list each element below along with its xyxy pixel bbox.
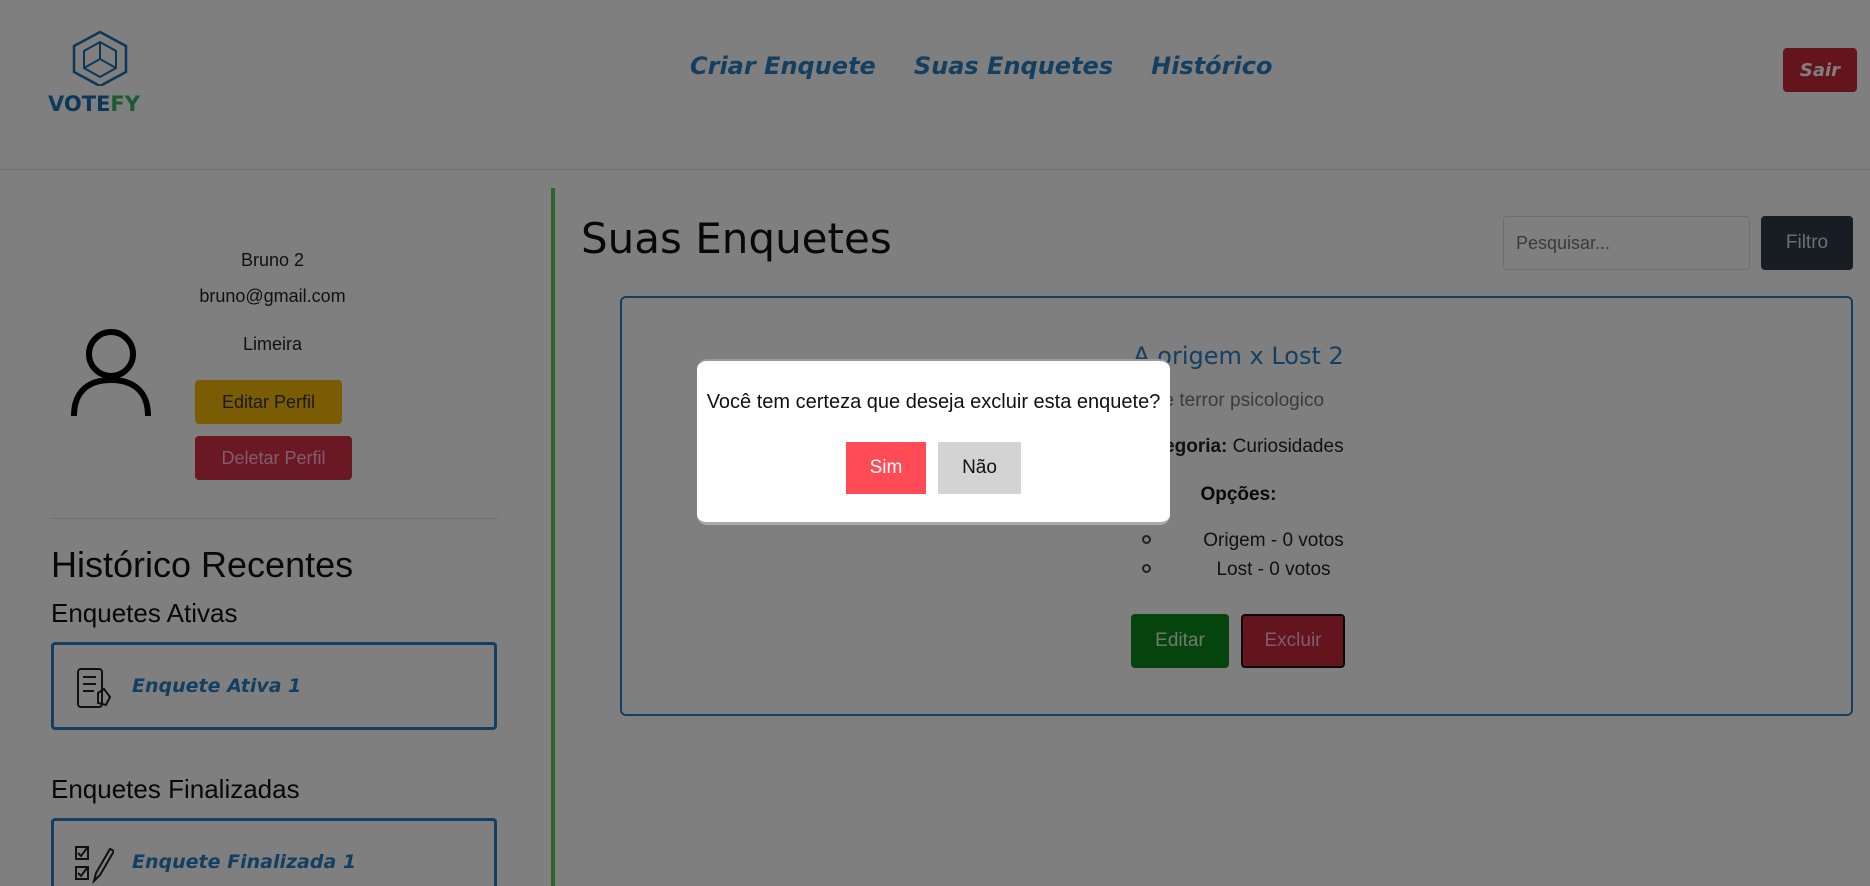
- confirm-no-button[interactable]: Não: [938, 442, 1021, 494]
- confirm-delete-modal: Você tem certeza que deseja excluir esta…: [697, 359, 1170, 525]
- modal-message: Você tem certeza que deseja excluir esta…: [706, 391, 1161, 413]
- confirm-yes-button[interactable]: Sim: [846, 442, 926, 494]
